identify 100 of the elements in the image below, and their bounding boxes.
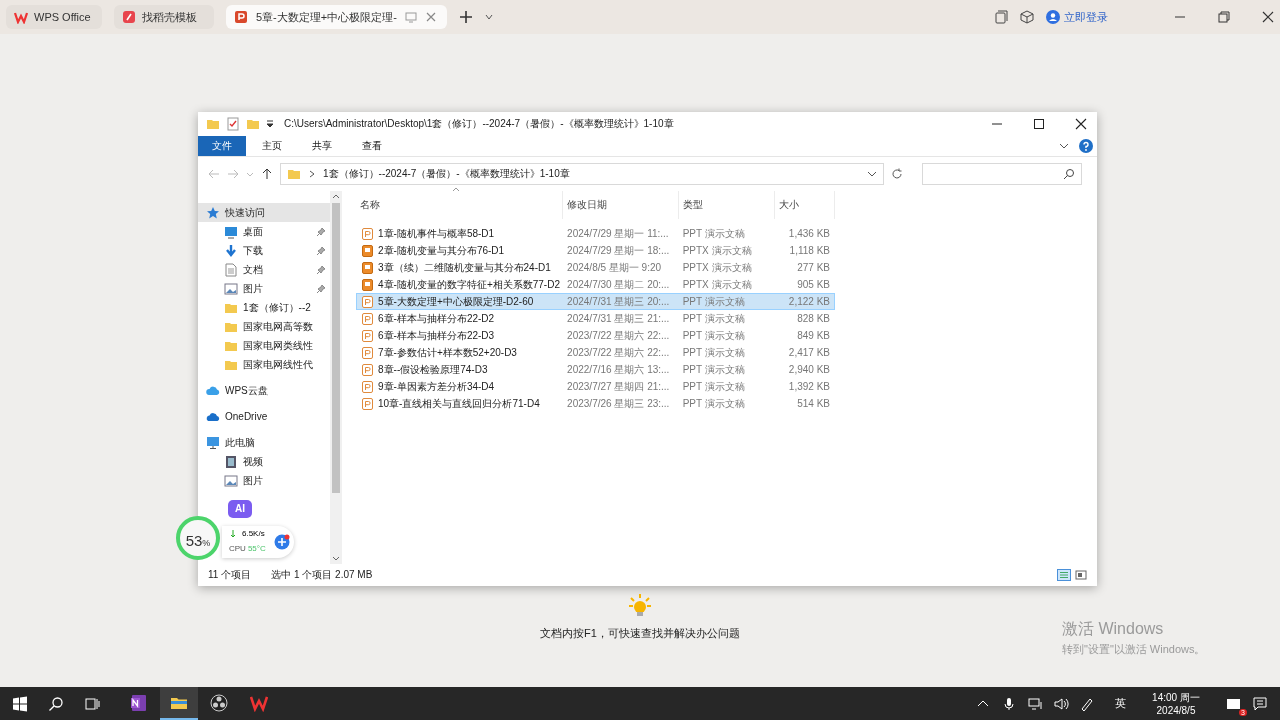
scrollbar[interactable] [330,191,342,564]
close-icon[interactable] [1075,118,1087,130]
presentation-file-icon [361,277,374,292]
notebook-icon [130,693,148,712]
column-header[interactable]: 大小 [775,191,835,219]
nav-item[interactable]: 1套（修订）--2 [198,298,330,317]
app-tab[interactable]: WPS Office [6,5,102,29]
file-row[interactable]: 3章（续）二维随机变量与其分布24-D1 2024/8/5 星期一 9:20 PPTX 演示文稿 277 KB [356,259,835,276]
picture-icon [224,281,238,296]
nav-item[interactable]: 文档 [198,260,330,279]
activation-text: 转到"设置"以激活 Windows。 [1062,642,1206,657]
large-icons-view-icon[interactable] [1075,569,1087,581]
nav-item[interactable]: WPS云盘 [198,381,330,400]
task-view-icon[interactable] [84,695,100,712]
download-arrow-icon [224,243,238,258]
nav-item[interactable]: 图片 [198,279,330,298]
nav-item[interactable]: 国家电网高等数 [198,317,330,336]
file-row[interactable]: 8章--假设检验原理74-D3 2022/7/16 星期六 13:... PPT 演示文稿 2,940 KB [356,361,835,378]
activation-title: 激活 Windows [1062,619,1165,639]
wps-logo-icon [14,10,28,24]
chevron-down-icon[interactable] [484,13,493,21]
address-bar[interactable]: 1套（修订）--2024-7（暑假）-《概率数理统计》1-10章 [280,163,884,185]
network-speed: 6.5K/s [242,529,265,538]
input-method-indicator[interactable]: 英 [1115,696,1126,711]
nav-item[interactable]: 下载 [198,241,330,260]
file-row[interactable]: 5章-大数定理+中心极限定理-D2-60 2024/7/31 星期三 20:... PPT 演示文稿 2,122 KB [356,293,835,310]
file-row[interactable]: 1章-随机事件与概率58-D1 2024/7/29 星期一 11:... PPT 演示文稿 1,436 KB [356,225,835,242]
details-view-icon[interactable] [1057,569,1071,581]
cube-icon[interactable] [1020,10,1034,24]
nav-item[interactable]: 快速访问 [198,203,330,222]
file-row[interactable]: 4章-随机变量的数字特征+相关系数77-D2 2024/7/30 星期二 20:... PPTX 演示文稿 905 KB [356,276,835,293]
pin-icon [316,283,326,294]
chevron-down-icon[interactable] [1059,141,1069,151]
window-icon[interactable] [994,10,1008,24]
up-arrow-icon[interactable] [261,168,273,180]
chevron-right-icon [309,170,315,178]
usage-ring: 53% [176,516,220,560]
nav-item[interactable]: 图片 [198,471,330,490]
selection-info: 选中 1 个项目 2.07 MB [271,568,373,582]
ribbon-tab[interactable]: 查看 [348,136,396,156]
document-icon [224,262,238,277]
presentation-file-icon [361,328,374,343]
column-header[interactable]: 类型 [679,191,775,219]
cpu-temperature: 55°C [247,544,266,553]
close-icon[interactable] [1262,11,1274,23]
help-icon[interactable] [1079,139,1093,153]
pin-icon [316,264,326,275]
sort-caret-icon [452,187,460,192]
pin-icon [316,226,326,237]
item-count: 11 个项目 [208,568,252,582]
presentation-icon [234,10,248,24]
user-avatar-icon [1046,10,1060,24]
file-row[interactable]: 7章-参数估计+样本数52+20-D3 2023/7/22 星期六 22:... PPT 演示文稿 2,417 KB [356,344,835,361]
maximize-icon[interactable] [1033,118,1045,130]
nav-item[interactable]: 国家电网类线性 [198,336,330,355]
column-header[interactable]: 修改日期 [563,191,679,219]
presentation-file-icon [361,294,374,309]
nav-item[interactable]: OneDrive [198,407,330,426]
computer-icon [206,435,220,450]
cpu-label: CPU [229,544,246,553]
app-tab[interactable]: 找稻壳模板 [114,5,214,29]
login-link[interactable]: 立即登录 [1046,9,1108,25]
properties-icon[interactable] [226,117,240,131]
chevron-up-icon [332,193,340,199]
nav-item[interactable]: 桌面 [198,222,330,241]
help-hint: 文档内按F1，可快速查找并解决办公问题 [540,626,740,641]
column-header[interactable]: 名称 [356,191,563,219]
template-icon [122,10,136,24]
search-field[interactable] [922,163,1082,185]
chevron-down-icon[interactable] [867,169,877,179]
clock[interactable]: 14:00 周一 2024/8/5 [1146,690,1206,717]
ai-button[interactable]: AI [228,500,252,518]
restore-icon[interactable] [1218,11,1230,23]
star-icon [206,205,220,220]
windows-start-icon[interactable] [12,695,28,712]
network-icon[interactable] [1027,695,1043,712]
plus-icon[interactable] [458,10,473,24]
plus-circle-icon[interactable] [274,534,290,550]
ribbon-tab[interactable]: 主页 [248,136,296,156]
file-row[interactable]: 6章-样本与抽样分布22-D3 2023/7/22 星期六 22:... PPT 演示文稿 849 KB [356,327,835,344]
file-row[interactable]: 2章-随机变量与其分布76-D1 2024/7/29 星期一 18:... PPTX 演示文稿 1,118 KB [356,242,835,259]
dropdown-icon[interactable] [266,119,274,129]
file-row[interactable]: 10章-直线相关与直线回归分析71-D4 2023/7/26 星期三 23:... PPT 演示文稿 514 KB [356,395,835,412]
volume-icon[interactable] [1053,695,1069,712]
search-icon [1063,168,1075,180]
file-row[interactable]: 6章-样本与抽样分布22-D2 2024/7/31 星期三 21:... PPT 演示文稿 828 KB [356,310,835,327]
search-icon[interactable] [48,695,64,712]
scroll-thumb[interactable] [332,203,340,493]
taskbar-app[interactable] [160,687,198,720]
nav-item[interactable]: 国家电网线性代 [198,355,330,374]
file-row[interactable]: 9章-单因素方差分析34-D4 2023/7/27 星期四 21:... PPT 演示文稿 1,392 KB [356,378,835,395]
microphone-icon[interactable] [1001,695,1017,712]
refresh-icon[interactable] [891,168,903,180]
ribbon-tab[interactable]: 文件 [198,136,246,156]
message-icon[interactable] [1252,695,1268,712]
nav-item[interactable]: 视频 [198,452,330,471]
picture-icon [224,473,238,488]
nav-item[interactable]: 此电脑 [198,433,330,452]
presentation-file-icon [361,243,374,258]
ribbon-tab[interactable]: 共享 [298,136,346,156]
